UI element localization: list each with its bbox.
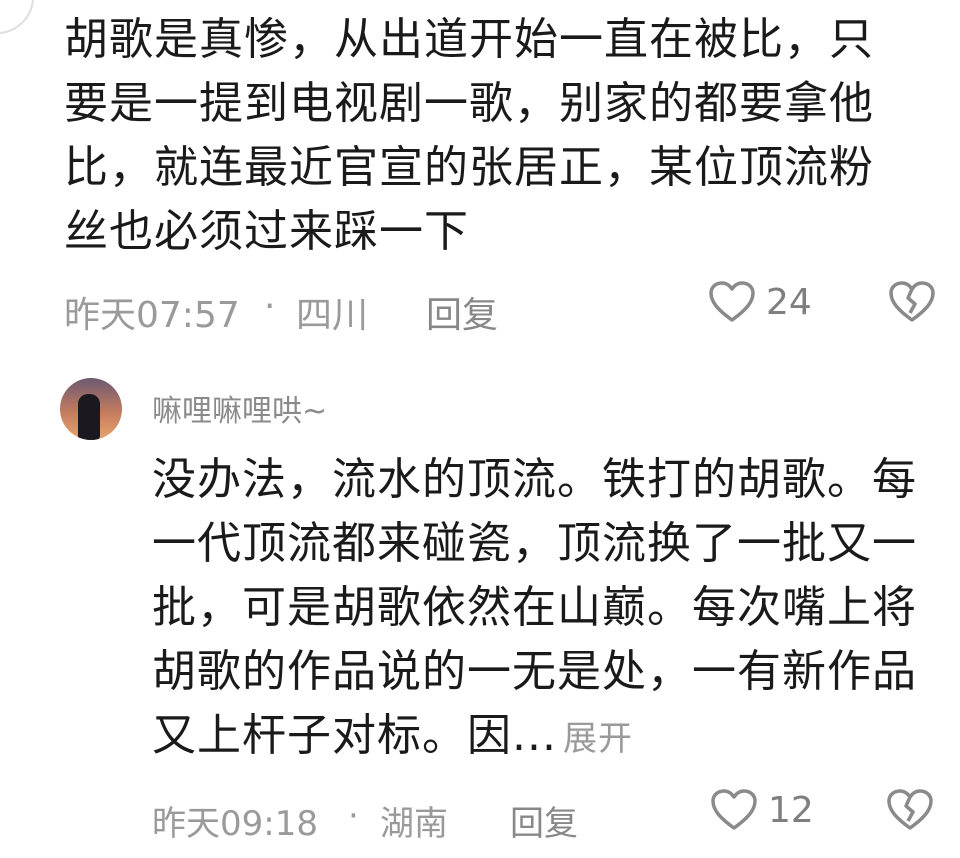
like-count: 12 — [768, 789, 814, 831]
separator-dot: · — [348, 796, 359, 836]
reply-button[interactable]: 回复 — [510, 796, 578, 845]
comment-line: 丝也必须过来踩一下 — [64, 206, 469, 257]
reply-line: 批，可是胡歌依然在山巅。每次嘴上将 — [152, 582, 917, 633]
comment-meta: 昨天07:57 · 四川 回复 24 — [64, 278, 935, 342]
avatar[interactable] — [60, 378, 122, 440]
reply-line: 胡歌的作品说的一无是处，一有新作品 — [152, 646, 917, 697]
heart-outline-icon — [709, 281, 755, 322]
avatar-silhouette — [78, 394, 100, 440]
dislike-button[interactable] — [886, 788, 934, 841]
top-comment: 胡歌是真惨，从出道开始一直在被比，只 要是一提到电视剧一歌，别家的都要拿他 比，… — [64, 8, 935, 342]
heart-outline-icon — [711, 789, 757, 830]
comment-text: 胡歌是真惨，从出道开始一直在被比，只 要是一提到电视剧一歌，别家的都要拿他 比，… — [64, 8, 924, 264]
corner-decoration — [0, 0, 34, 34]
reply-location: 湖南 — [380, 804, 448, 844]
reply-time: 昨天09:18 — [152, 804, 318, 844]
reply-body: 没办法，流水的顶流。铁打的胡歌。每 一代顶流都来碰瓷，顶流换了一批又一 批，可是… — [152, 448, 952, 771]
comment-time: 昨天07:57 — [64, 295, 240, 336]
expand-link[interactable]: 展开 — [563, 719, 633, 759]
like-button[interactable]: 24 — [708, 280, 812, 324]
reply-line: 没办法，流水的顶流。铁打的胡歌。每 — [152, 454, 917, 505]
comment-line: 胡歌是真惨，从出道开始一直在被比，只 — [64, 14, 874, 65]
reply-line: 一代顶流都来碰瓷，顶流换了一批又一 — [152, 518, 917, 569]
comment-location: 四川 — [296, 295, 369, 336]
reply-username[interactable]: 嘛哩嘛哩哄~ — [152, 386, 327, 430]
broken-heart-icon — [889, 281, 935, 322]
reply-line: 又上杆子对标。因... — [152, 710, 557, 761]
reply-meta: 昨天09:18 · 湖南 回复 12 — [152, 789, 952, 852]
reply-button[interactable]: 回复 — [426, 286, 498, 338]
separator-dot: · — [264, 286, 276, 327]
comment-line: 要是一提到电视剧一歌，别家的都要拿他 — [64, 78, 874, 129]
broken-heart-icon — [887, 789, 933, 830]
like-button[interactable]: 12 — [710, 788, 814, 832]
reply-text: 没办法，流水的顶流。铁打的胡歌。每 一代顶流都来碰瓷，顶流换了一批又一 批，可是… — [152, 448, 952, 771]
comment-line: 比，就连最近官宣的张居正，某位顶流粉 — [64, 142, 874, 193]
like-count: 24 — [766, 281, 812, 323]
dislike-button[interactable] — [888, 280, 936, 333]
